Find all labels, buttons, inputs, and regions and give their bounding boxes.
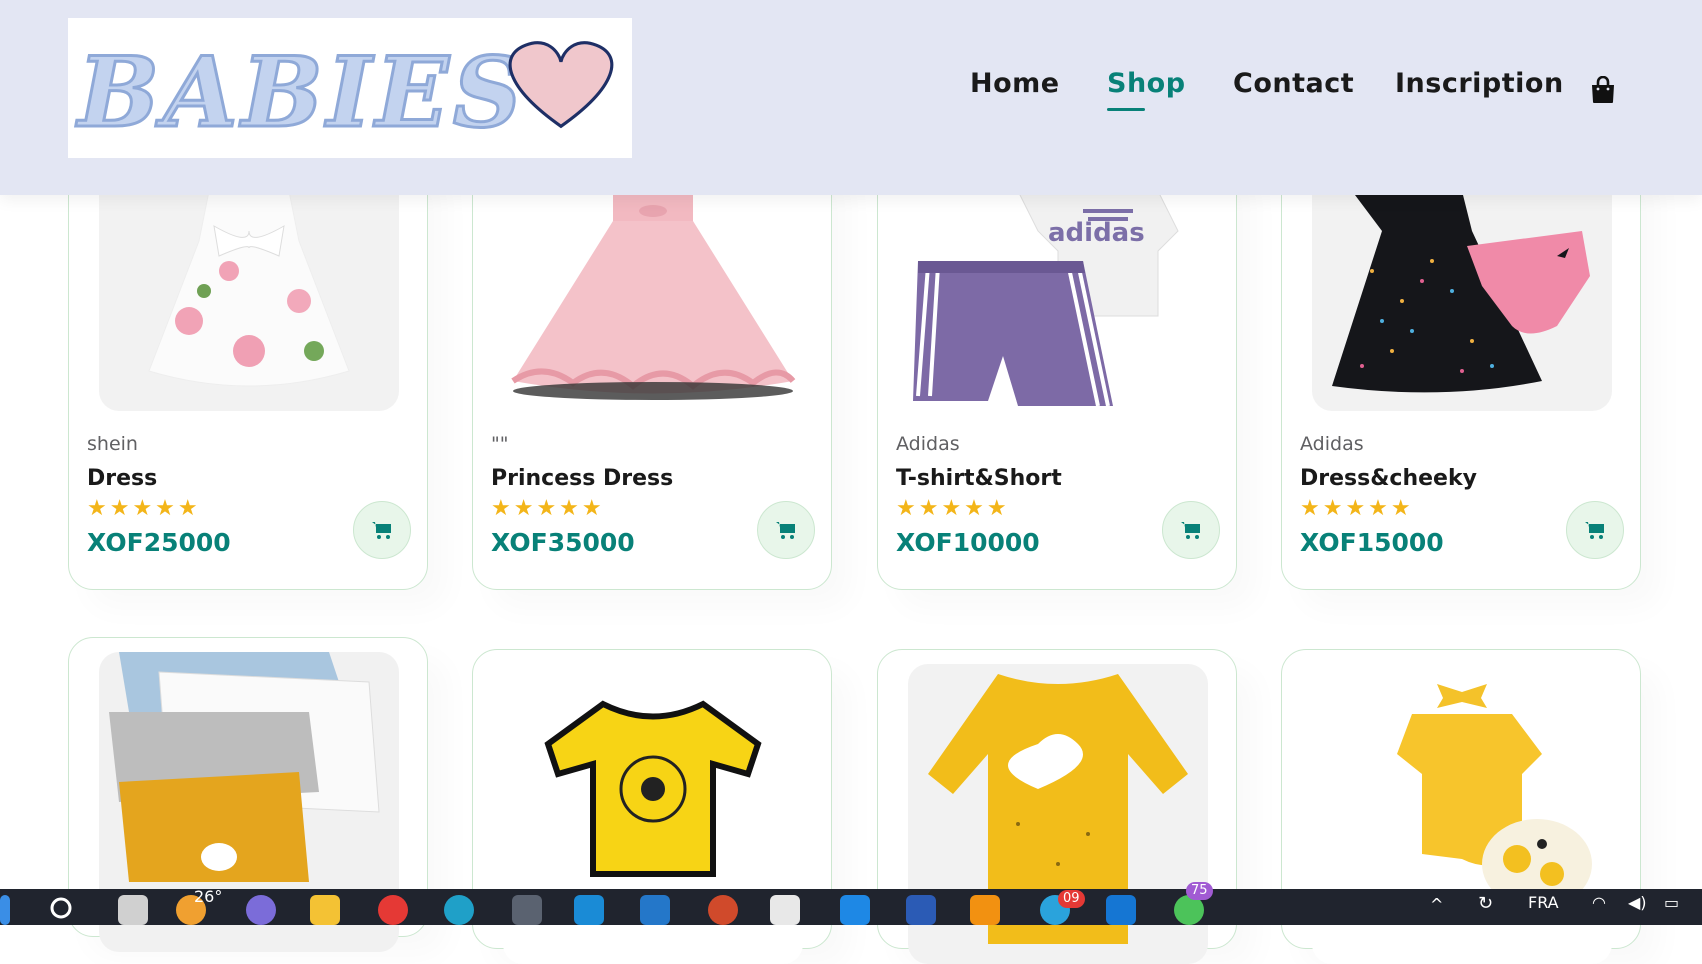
product-card[interactable]: Adidas Dress&cheeky ★★★★★ XOF15000 bbox=[1281, 150, 1641, 590]
edge-icon[interactable] bbox=[444, 895, 474, 925]
active-nav-underline bbox=[1107, 108, 1145, 111]
task-view-icon[interactable] bbox=[118, 895, 148, 925]
battery-icon[interactable]: ▭ bbox=[1664, 893, 1679, 912]
powerpoint-icon[interactable] bbox=[708, 895, 738, 925]
chrome-icon[interactable] bbox=[378, 895, 408, 925]
product-name: Dress&cheeky bbox=[1300, 466, 1477, 491]
start-icon[interactable] bbox=[0, 895, 10, 925]
nav-contact[interactable]: Contact bbox=[1233, 68, 1354, 99]
calculator-icon[interactable] bbox=[574, 895, 604, 925]
weather-temperature: 26° bbox=[194, 887, 223, 906]
product-name: Princess Dress bbox=[491, 466, 674, 491]
product-name: T-shirt&Short bbox=[896, 466, 1062, 491]
logo-wordmark: BABIES bbox=[75, 36, 526, 149]
product-card[interactable]: adidas Adidas T-shirt&Short ★★★★★ XOF100… bbox=[877, 150, 1237, 590]
nav-shop[interactable]: Shop bbox=[1107, 68, 1186, 99]
product-card[interactable]: "" Princess Dress ★★★★★ XOF35000 bbox=[472, 150, 832, 590]
product-brand: "" bbox=[491, 433, 509, 455]
rating-stars: ★★★★★ bbox=[896, 496, 1010, 521]
product-name: Dress bbox=[87, 466, 158, 491]
cart-icon bbox=[1585, 522, 1604, 539]
site-header: BABIES Home Shop Contact Inscription bbox=[0, 0, 1702, 195]
product-price: XOF10000 bbox=[896, 528, 1040, 557]
volume-icon[interactable]: ◀) bbox=[1628, 893, 1647, 912]
cart-icon bbox=[1181, 522, 1200, 539]
teams-icon[interactable] bbox=[246, 895, 276, 925]
rating-stars: ★★★★★ bbox=[87, 496, 201, 521]
product-card[interactable]: shein Dress ★★★★★ XOF25000 bbox=[68, 150, 428, 590]
search-icon[interactable] bbox=[48, 895, 78, 925]
sublime-icon[interactable] bbox=[970, 895, 1000, 925]
product-price: XOF35000 bbox=[491, 528, 635, 557]
add-to-cart-button[interactable] bbox=[1566, 501, 1624, 559]
os-taskbar: 26° 09 75 ^ ↻ FRA ◠ ◀) ▭ bbox=[0, 882, 1702, 925]
sync-icon[interactable]: ↻ bbox=[1478, 893, 1493, 914]
nav-inscription[interactable]: Inscription bbox=[1395, 68, 1564, 99]
telegram-badge: 09 bbox=[1058, 890, 1085, 908]
app-icon-2[interactable] bbox=[1106, 895, 1136, 925]
shopping-bag-icon[interactable] bbox=[1590, 76, 1616, 104]
settings-gear-icon[interactable] bbox=[512, 895, 542, 925]
svg-text:adidas: adidas bbox=[1048, 218, 1145, 248]
cart-icon bbox=[372, 522, 391, 539]
logo[interactable]: BABIES bbox=[68, 18, 632, 158]
app-icon[interactable] bbox=[770, 895, 800, 925]
product-brand: Adidas bbox=[1300, 433, 1364, 455]
add-to-cart-button[interactable] bbox=[757, 501, 815, 559]
cart-icon bbox=[776, 522, 795, 539]
language-indicator[interactable]: FRA bbox=[1528, 893, 1559, 912]
vscode-icon[interactable] bbox=[640, 895, 670, 925]
add-to-cart-button[interactable] bbox=[353, 501, 411, 559]
notepad-icon[interactable] bbox=[840, 895, 870, 925]
word-icon[interactable] bbox=[906, 895, 936, 925]
product-brand: shein bbox=[87, 433, 138, 455]
wifi-icon[interactable]: ◠ bbox=[1592, 893, 1606, 912]
rating-stars: ★★★★★ bbox=[1300, 496, 1414, 521]
add-to-cart-button[interactable] bbox=[1162, 501, 1220, 559]
rating-stars: ★★★★★ bbox=[491, 496, 605, 521]
product-price: XOF15000 bbox=[1300, 528, 1444, 557]
tray-chevron-icon[interactable]: ^ bbox=[1430, 895, 1443, 914]
file-explorer-icon[interactable] bbox=[310, 895, 340, 925]
nav-home[interactable]: Home bbox=[970, 68, 1060, 99]
product-price: XOF25000 bbox=[87, 528, 231, 557]
whatsapp-badge: 75 bbox=[1186, 882, 1213, 900]
product-brand: Adidas bbox=[896, 433, 960, 455]
